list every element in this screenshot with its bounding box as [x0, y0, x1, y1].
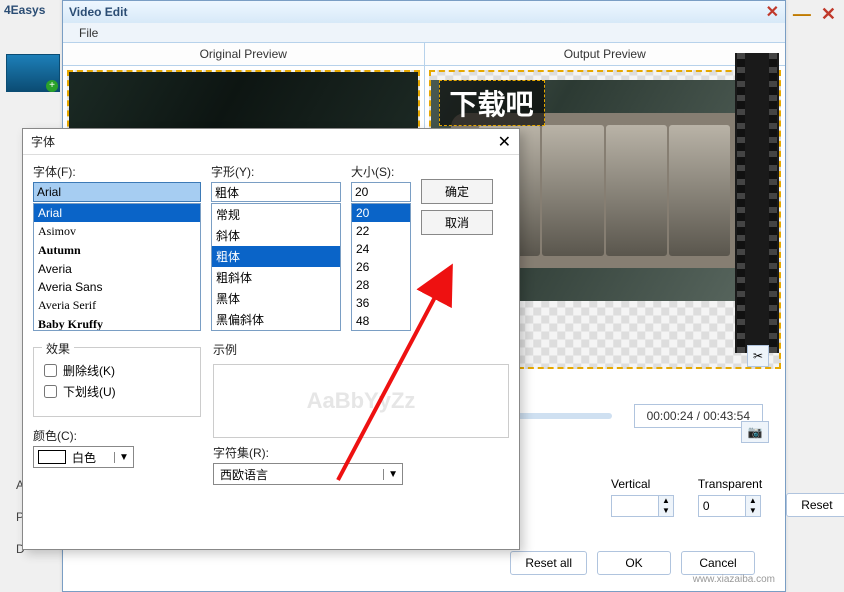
style-option[interactable]: 黑体 — [212, 288, 340, 309]
app-title-prefix: 4Easys — [4, 3, 45, 17]
video-edit-title: Video Edit — [69, 5, 127, 19]
color-swatch — [38, 450, 66, 464]
effects-group: 效果 删除线(K) 下划线(U) — [33, 347, 201, 417]
color-name: 白色 — [70, 449, 114, 466]
font-listbox[interactable]: Arial Asimov Autumn Averia Averia Sans A… — [33, 203, 201, 331]
dialog-button-row: Reset all OK Cancel — [510, 551, 755, 575]
reset-button[interactable]: Reset — [786, 493, 844, 517]
style-input[interactable] — [211, 182, 341, 202]
cancel-button[interactable]: Cancel — [681, 551, 755, 575]
watermark-overlay[interactable]: 下载吧 — [439, 80, 545, 126]
size-option[interactable]: 24 — [352, 240, 410, 258]
ok-button[interactable]: OK — [597, 551, 671, 575]
size-option[interactable]: 36 — [352, 294, 410, 312]
style-option[interactable]: 斜体 — [212, 225, 340, 246]
font-dialog: 字体 ✕ 字体(F): Arial Asimov Autumn Averia A… — [22, 128, 520, 550]
size-input[interactable] — [351, 182, 411, 202]
size-listbox[interactable]: 20 22 24 26 28 36 48 — [351, 203, 411, 331]
menu-bar: File — [63, 23, 785, 43]
transparent-spinner[interactable]: ▲▼ — [698, 495, 761, 517]
charset-combo[interactable]: 西欧语言 ▼ — [213, 463, 403, 485]
font-option[interactable]: Asimov — [34, 222, 200, 241]
underline-label: 下划线(U) — [63, 383, 116, 400]
video-edit-titlebar: Video Edit ✕ — [63, 1, 785, 23]
font-option[interactable]: Baby Kruffy — [34, 315, 200, 331]
close-icon[interactable]: ✕ — [821, 4, 836, 25]
style-label: 字形(Y): — [211, 163, 341, 180]
font-dialog-titlebar: 字体 ✕ — [23, 129, 519, 155]
strike-checkbox-row[interactable]: 删除线(K) — [44, 362, 190, 379]
menu-file[interactable]: File — [69, 26, 108, 40]
size-option[interactable]: 22 — [352, 222, 410, 240]
vertical-label: Vertical — [611, 477, 674, 491]
chevron-down-icon: ▼ — [114, 452, 133, 463]
close-icon[interactable]: ✕ — [498, 132, 511, 152]
font-dialog-title: 字体 — [31, 133, 55, 150]
style-option[interactable]: 常规 — [212, 204, 340, 225]
size-option[interactable]: 48 — [352, 312, 410, 330]
style-option[interactable]: 黑偏斜体 — [212, 309, 340, 330]
font-option[interactable]: Averia — [34, 260, 200, 278]
size-option[interactable]: 20 — [352, 204, 410, 222]
camera-icon: 📷 — [748, 425, 763, 439]
transparent-label: Transparent — [698, 477, 762, 491]
reset-all-button[interactable]: Reset all — [510, 551, 587, 575]
vertical-spinner[interactable]: ▲▼ — [611, 495, 674, 517]
font-option[interactable]: Autumn — [34, 241, 200, 260]
font-input[interactable] — [33, 182, 201, 202]
close-icon[interactable]: ✕ — [766, 2, 779, 22]
sample-text: AaBbYyZz — [307, 388, 416, 414]
font-option[interactable]: Averia Sans — [34, 278, 200, 296]
filmstrip-decor — [735, 53, 779, 353]
size-option[interactable]: 28 — [352, 276, 410, 294]
site-watermark: www.xiazaiba.com — [693, 574, 775, 585]
scissors-icon: ✂ — [753, 349, 763, 363]
font-label: 字体(F): — [33, 163, 201, 180]
output-preview-header: Output Preview — [425, 43, 786, 66]
style-listbox[interactable]: 常规 斜体 粗体 粗斜体 黑体 黑偏斜体 — [211, 203, 341, 331]
charset-label: 字符集(R): — [213, 444, 509, 461]
strike-label: 删除线(K) — [63, 362, 115, 379]
size-label: 大小(S): — [351, 163, 411, 180]
style-option[interactable]: 粗体 — [212, 246, 340, 267]
transparent-input[interactable] — [699, 496, 745, 516]
sample-box: AaBbYyZz — [213, 364, 509, 438]
size-option[interactable]: 26 — [352, 258, 410, 276]
minimize-icon[interactable]: — — [793, 4, 811, 25]
chevron-down-icon: ▼ — [383, 469, 402, 480]
style-option[interactable]: 粗斜体 — [212, 267, 340, 288]
font-cancel-button[interactable]: 取消 — [421, 210, 493, 235]
sample-label: 示例 — [213, 341, 509, 358]
font-option[interactable]: Arial — [34, 204, 200, 222]
effects-legend: 效果 — [42, 340, 74, 357]
cut-button[interactable]: ✂ — [747, 345, 769, 367]
font-ok-button[interactable]: 确定 — [421, 179, 493, 204]
underline-checkbox[interactable] — [44, 385, 57, 398]
underline-checkbox-row[interactable]: 下划线(U) — [44, 383, 190, 400]
charset-value: 西欧语言 — [214, 466, 274, 483]
snapshot-button[interactable]: 📷 — [741, 421, 769, 443]
original-preview-header: Original Preview — [63, 43, 424, 66]
color-combo[interactable]: 白色 ▼ — [33, 446, 134, 468]
thumbnail-add[interactable] — [6, 54, 60, 92]
vertical-input[interactable] — [612, 496, 658, 516]
color-label: 颜色(C): — [33, 427, 201, 444]
font-option[interactable]: Averia Serif — [34, 296, 200, 315]
strike-checkbox[interactable] — [44, 364, 57, 377]
